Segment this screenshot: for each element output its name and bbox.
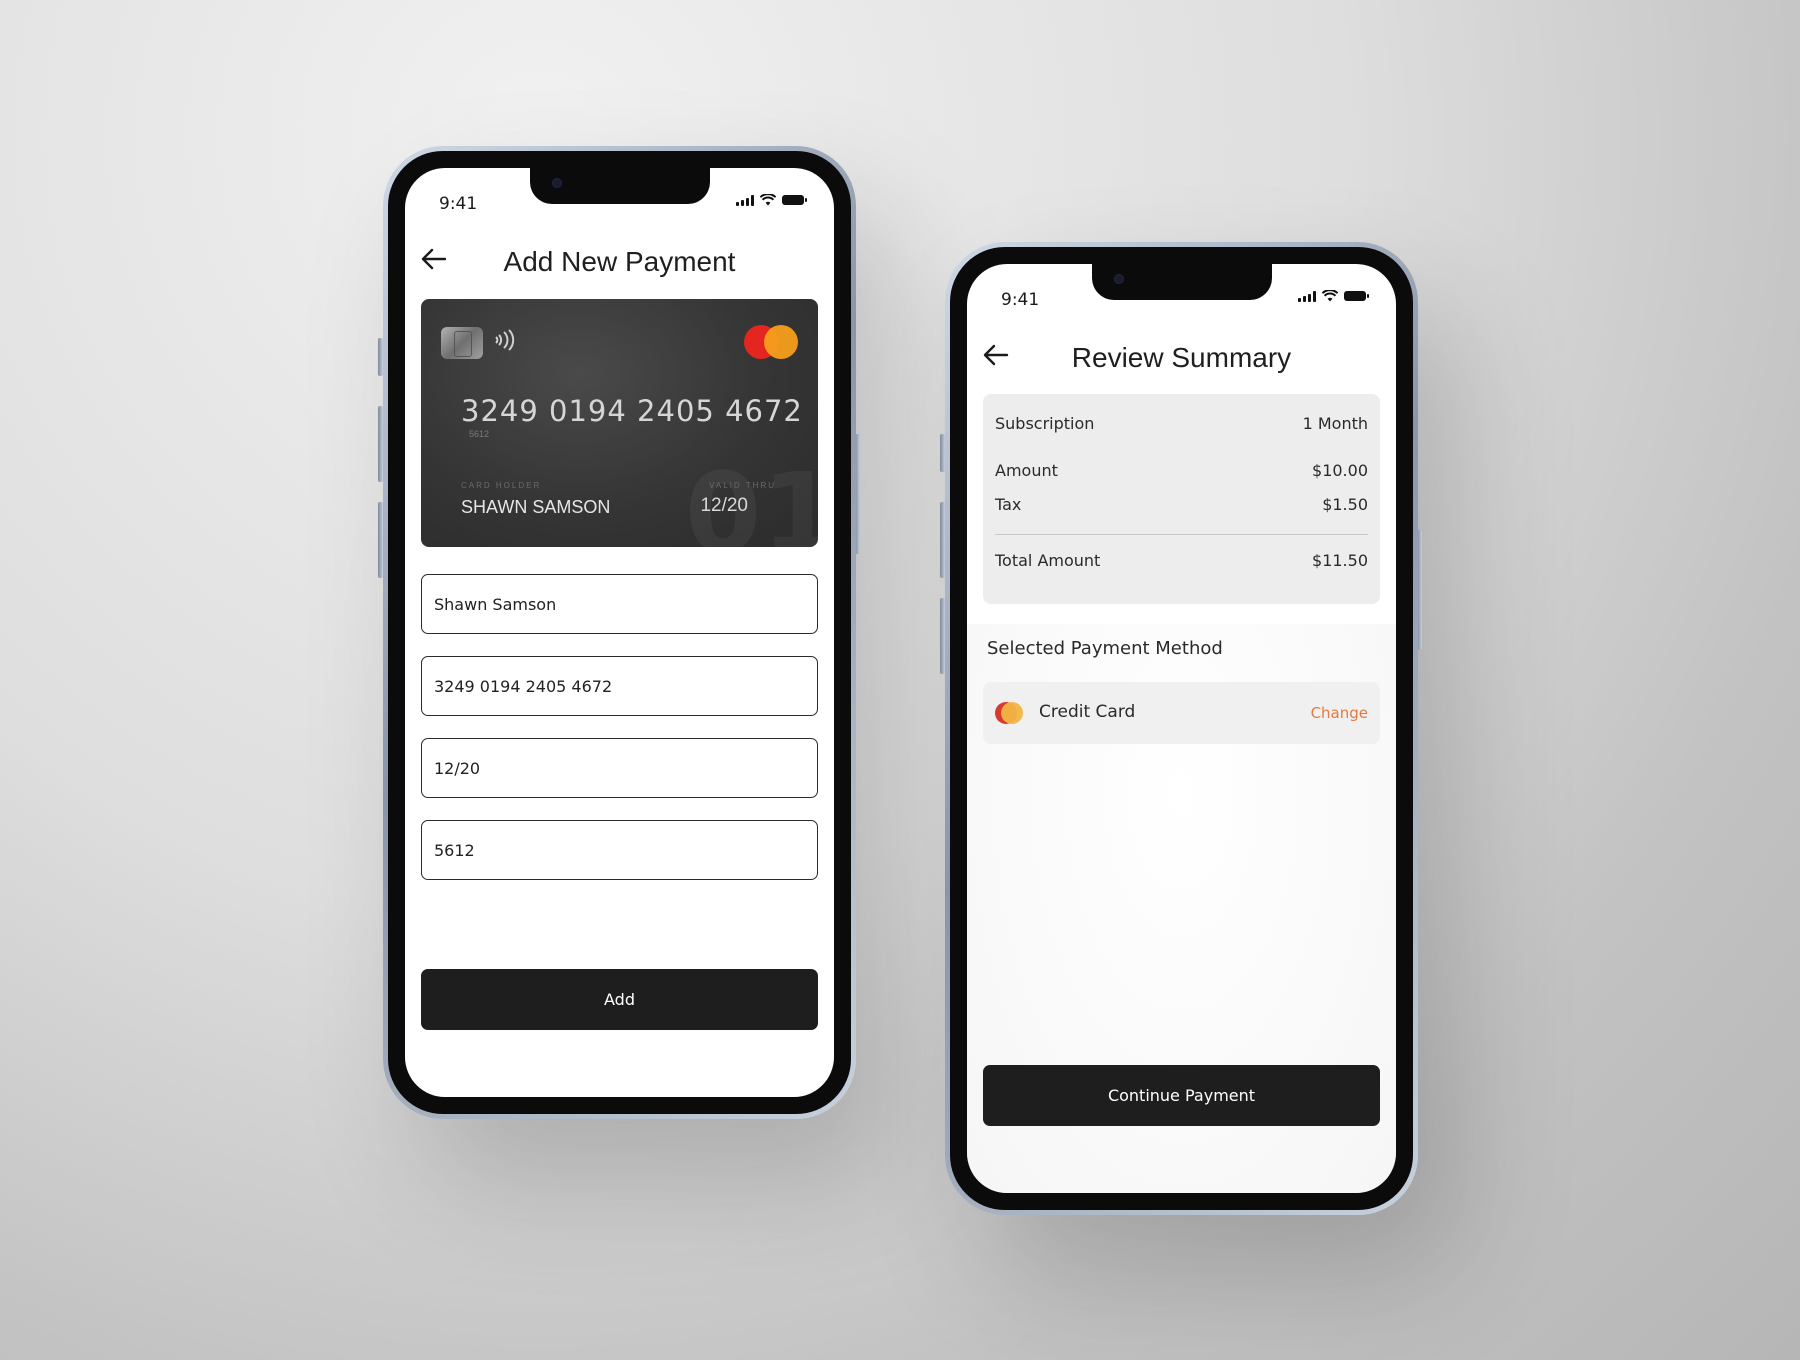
continue-payment-button[interactable]: Continue Payment [983,1065,1380,1126]
expiry-date-field[interactable]: 12/20 [421,738,818,798]
status-time: 9:41 [1001,290,1040,310]
credit-card-preview: 01 3249 0194 2405 4672 5612 CARD HOLDER … [421,299,818,547]
phone-bezel: 9:41 Add New Payment 01 3249 0194 2405 4… [388,151,851,1114]
payment-method-heading: Selected Payment Method [987,638,1223,659]
phone-bezel: 9:41 Review Summary Subscription 1 Month… [950,247,1413,1210]
card-expiry: 12/20 [700,495,748,516]
summary-divider [995,534,1368,535]
amount-row: Amount $10.00 [995,461,1368,480]
change-link[interactable]: Change [1311,704,1368,722]
tax-row: Tax $1.50 [995,495,1368,514]
phone-review-summary: 9:41 Review Summary Subscription 1 Month… [945,242,1418,1215]
card-holder-name: SHAWN SAMSON [461,497,611,517]
tax-value: $1.50 [1322,495,1368,514]
cvv-field[interactable]: 5612 [421,820,818,880]
signal-icon [736,194,754,206]
card-holder-label: CARD HOLDER [461,481,542,490]
total-row: Total Amount $11.50 [995,551,1368,570]
card-number-field[interactable]: 3249 0194 2405 4672 [421,656,818,716]
contactless-icon [495,329,517,357]
status-icons [736,194,807,206]
wifi-icon [760,194,776,206]
total-value: $11.50 [1312,551,1368,570]
total-label: Total Amount [995,551,1101,570]
notch [1091,264,1272,300]
phone-add-payment: 9:41 Add New Payment 01 3249 0194 2405 4… [383,146,856,1119]
card-cvv: 5612 [469,429,490,439]
payment-method-label: Credit Card [1039,702,1136,722]
review-summary-screen: 9:41 Review Summary Subscription 1 Month… [967,264,1396,1193]
card-chip-icon [441,327,483,359]
valid-thru-label: VALID THRU [709,481,776,490]
mastercard-icon [744,325,798,359]
camera-icon [551,178,562,188]
payment-method-item: Credit Card Change [983,682,1380,744]
cardholder-name-field[interactable]: Shawn Samson [421,574,818,634]
signal-icon [1298,290,1316,302]
battery-icon [1344,291,1369,301]
subscription-value: 1 Month [1302,414,1368,433]
camera-icon [1113,274,1124,284]
amount-label: Amount [995,461,1058,480]
mastercard-icon [995,702,1023,724]
battery-icon [782,195,807,205]
tax-label: Tax [995,495,1022,514]
page-title: Add New Payment [503,246,736,277]
wifi-icon [1322,290,1338,302]
add-button[interactable]: Add [421,969,818,1030]
add-payment-screen: 9:41 Add New Payment 01 3249 0194 2405 4… [405,168,834,1097]
summary-card: Subscription 1 Month Amount $10.00 Tax $… [983,394,1380,604]
subscription-label: Subscription [995,414,1095,433]
notch [529,168,710,204]
card-number: 3249 0194 2405 4672 [461,394,803,428]
subscription-row: Subscription 1 Month [995,414,1368,433]
status-time: 9:41 [439,194,478,214]
status-icons [1298,290,1369,302]
amount-value: $10.00 [1312,461,1368,480]
page-title: Review Summary [1071,342,1292,373]
